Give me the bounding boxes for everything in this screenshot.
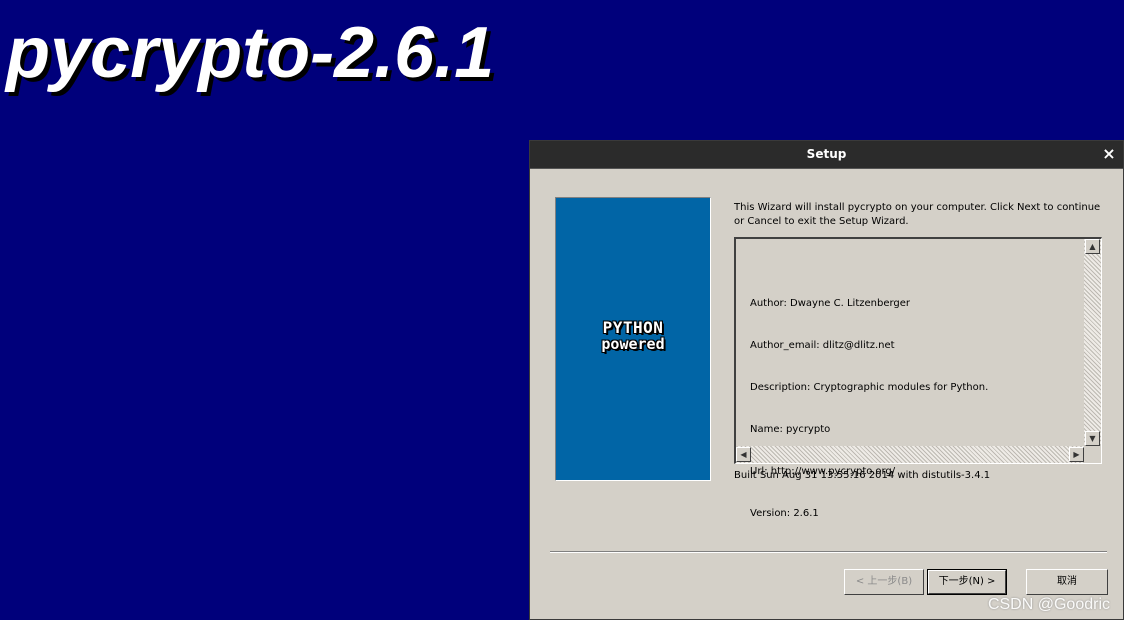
metadata-line-version: Version: 2.6.1 <box>750 508 819 519</box>
setup-window: Setup × PYTHON powered This Wizard will … <box>529 140 1124 620</box>
back-button[interactable]: < 上一步(B) <box>844 569 924 595</box>
python-powered-logo: PYTHON powered <box>556 318 710 353</box>
window-title: Setup <box>806 147 847 161</box>
background-title: pycrypto-2.6.1 <box>6 13 495 93</box>
metadata-textbox[interactable]: Author: Dwayne C. Litzenberger Author_em… <box>734 237 1102 519</box>
logo-line-python: PYTHON <box>602 318 664 337</box>
scroll-left-arrow-icon[interactable]: ◀ <box>736 447 751 462</box>
watermark-text: CSDN @Goodric <box>987 596 1110 613</box>
horizontal-scrollbar[interactable]: ◀ ▶ <box>736 446 1084 463</box>
scrollbar-corner <box>1084 446 1101 463</box>
intro-text: This Wizard will install pycrypto on you… <box>734 202 1101 227</box>
scroll-right-arrow-icon[interactable]: ▶ <box>1069 447 1084 462</box>
metadata-line-author-email: Author_email: dlitz@dlitz.net <box>750 340 895 351</box>
vertical-scrollbar[interactable]: ▲ ▼ <box>1084 239 1101 446</box>
python-powered-banner: PYTHON powered <box>555 197 711 481</box>
scroll-down-arrow-icon[interactable]: ▼ <box>1085 431 1100 446</box>
wizard-body: PYTHON powered This Wizard will install … <box>534 169 1123 611</box>
metadata-line-author: Author: Dwayne C. Litzenberger <box>750 298 911 309</box>
cancel-button[interactable]: 取消 <box>1026 569 1108 595</box>
metadata-line-description: Description: Cryptographic modules for P… <box>750 382 989 393</box>
window-titlebar[interactable]: Setup × <box>530 141 1123 169</box>
button-separator <box>550 551 1107 553</box>
next-button[interactable]: 下一步(N) > <box>927 569 1007 595</box>
metadata-text: Author: Dwayne C. Litzenberger Author_em… <box>750 269 988 549</box>
scroll-up-arrow-icon[interactable]: ▲ <box>1085 239 1100 254</box>
close-icon[interactable]: × <box>1099 144 1119 164</box>
logo-line-powered: powered <box>601 335 665 353</box>
build-info: Built Sun Aug 31 13:55:16 2014 with dist… <box>734 470 991 481</box>
metadata-line-name: Name: pycrypto <box>750 424 831 435</box>
